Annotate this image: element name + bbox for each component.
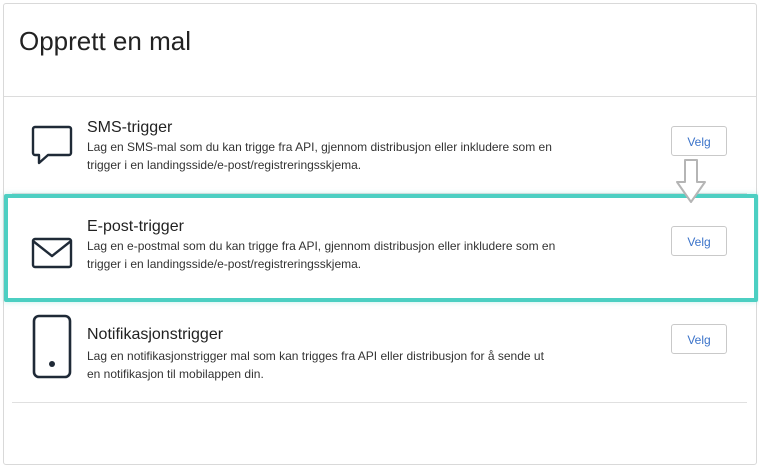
template-description: Lag en SMS-mal som du kan trigge fra API…: [87, 140, 552, 172]
sms-bubble-icon: [30, 121, 74, 185]
select-notification-button[interactable]: Velg: [671, 324, 727, 354]
select-sms-button[interactable]: Velg: [671, 126, 727, 156]
dialog-title: Opprett en mal: [19, 26, 191, 56]
template-title: E-post-trigger: [87, 218, 184, 235]
template-title: SMS-trigger: [87, 119, 173, 136]
template-title: Notifikasjonstrigger: [87, 326, 224, 343]
envelope-icon: [30, 236, 74, 300]
template-row-email: E-post-trigger Lag en e-postmal som du k…: [12, 200, 747, 300]
template-row-sms: SMS-trigger Lag en SMS-mal som du kan tr…: [12, 93, 747, 194]
mobile-phone-icon: [30, 314, 74, 379]
select-email-button[interactable]: Velg: [671, 226, 727, 256]
template-row-notification: Notifikasjonstrigger Lag en notifikasjon…: [12, 302, 747, 403]
template-description: Lag en notifikasjonstrigger mal som kan …: [87, 349, 544, 381]
template-description: Lag en e-postmal som du kan trigge fra A…: [87, 239, 556, 271]
pointer-arrow-icon: [674, 158, 708, 206]
